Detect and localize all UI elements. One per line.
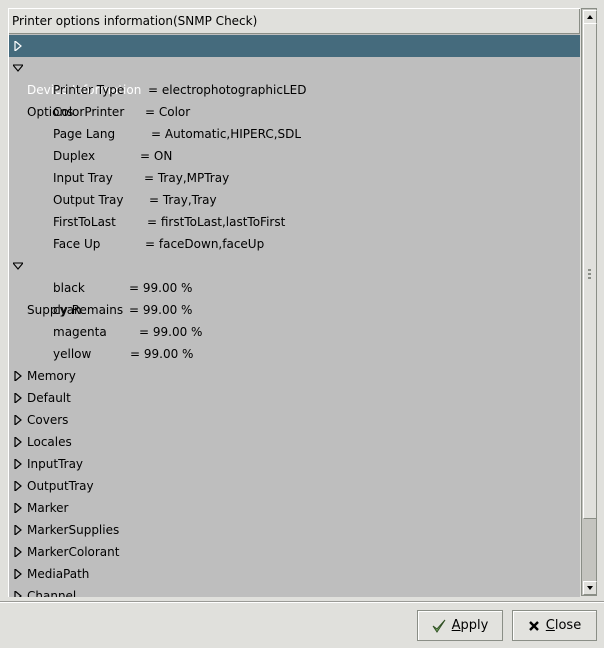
expander-collapsed-icon[interactable] (13, 437, 23, 447)
tree-row-label: Covers (27, 413, 69, 427)
tree-row-label: MarkerColorant (27, 545, 120, 559)
property-value: = 99.00 % (130, 347, 194, 361)
expander-collapsed-icon[interactable] (13, 525, 23, 535)
tree-row-label: Default (27, 391, 71, 405)
tree-row-covers[interactable]: Covers (9, 409, 580, 431)
property-key: magenta (53, 325, 107, 339)
tree-row-marker[interactable]: Marker (9, 497, 580, 519)
tree-leaf-row[interactable]: cyan = 99.00 % (9, 299, 580, 321)
property-value: = ON (140, 149, 173, 163)
tree-leaf-row[interactable]: Duplex = ON (9, 145, 580, 167)
close-label: Close (545, 618, 582, 633)
property-key: FirstToLast (53, 215, 116, 229)
printer-options-tree[interactable]: Printer options information(SNMP Check) … (8, 8, 580, 597)
tree-row-markersupplies[interactable]: MarkerSupplies (9, 519, 580, 541)
property-key: yellow (53, 347, 92, 361)
property-value: = firstToLast,lastToFirst (147, 215, 286, 229)
tree-leaf-row[interactable]: black = 99.00 % (9, 277, 580, 299)
column-header[interactable]: Printer options information(SNMP Check) (9, 9, 580, 34)
tree-row-locales[interactable]: Locales (9, 431, 580, 453)
arrow-down-icon (587, 586, 593, 590)
tree-leaf-row[interactable]: FirstToLast = firstToLast,lastToFirst (9, 211, 580, 233)
arrow-up-icon (587, 15, 593, 19)
tree-leaf-row[interactable]: Page Lang = Automatic,HIPERC,SDL (9, 123, 580, 145)
expander-collapsed-icon[interactable] (13, 415, 23, 425)
tree-leaf-row[interactable]: Printer Type = electrophotographicLED (9, 79, 580, 101)
property-value: = electrophotographicLED (148, 83, 307, 97)
check-icon (432, 619, 446, 633)
tree-row-label: InputTray (27, 457, 84, 471)
tree-row-label: Channel (27, 589, 77, 597)
tree-row-label: Locales (27, 435, 72, 449)
tree-row-label: Marker (27, 501, 69, 515)
property-key: cyan (53, 303, 82, 317)
expander-collapsed-icon[interactable] (13, 481, 23, 491)
grip-mark (588, 269, 591, 271)
scroll-down-button[interactable] (583, 581, 597, 595)
tree-row-markercolorant[interactable]: MarkerColorant (9, 541, 580, 563)
property-value: = 99.00 % (139, 325, 203, 339)
expander-collapsed-icon[interactable] (13, 41, 23, 51)
property-value: = Color (145, 105, 191, 119)
tree-row-mediapath[interactable]: MediaPath (9, 563, 580, 585)
expander-collapsed-icon[interactable] (13, 503, 23, 513)
property-key: Page Lang (53, 127, 116, 141)
property-value: = 99.00 % (129, 303, 193, 317)
tree-row-inputtray[interactable]: InputTray (9, 453, 580, 475)
x-icon (528, 620, 539, 631)
apply-button[interactable]: Apply (417, 610, 503, 641)
tree-row-default[interactable]: Default (9, 387, 580, 409)
property-value: = Automatic,HIPERC,SDL (151, 127, 302, 141)
grip-mark (588, 273, 591, 275)
expander-collapsed-icon[interactable] (13, 591, 23, 597)
scrollbar-thumb[interactable] (583, 23, 597, 519)
tree-leaf-row[interactable]: magenta = 99.00 % (9, 321, 580, 343)
vertical-scrollbar[interactable] (581, 8, 597, 596)
property-key: Duplex (53, 149, 96, 163)
tree-row-channel[interactable]: Channel (9, 585, 580, 597)
property-value: = 99.00 % (129, 281, 193, 295)
property-key: Input Tray (53, 171, 113, 185)
separator-highlight (0, 602, 604, 603)
expander-collapsed-icon[interactable] (13, 569, 23, 579)
tree-row-label: MediaPath (27, 567, 90, 581)
property-key: Printer Type (53, 83, 125, 97)
tree-row-options[interactable]: Options (9, 57, 580, 119)
expander-collapsed-icon[interactable] (13, 459, 23, 469)
property-key: ColorPrinter (53, 105, 125, 119)
tree-row-device-information[interactable]: Device Information (9, 35, 580, 97)
tree-row-supply-remains[interactable]: Supply Remains (9, 255, 580, 317)
property-value: = Tray,Tray (149, 193, 217, 207)
tree-row-memory[interactable]: Memory (9, 365, 580, 387)
property-value: = faceDown,faceUp (145, 237, 265, 251)
property-key: Face Up (53, 237, 101, 251)
tree-leaf-row[interactable]: ColorPrinter = Color (9, 101, 580, 123)
tree-row-outputtray[interactable]: OutputTray (9, 475, 580, 497)
expander-collapsed-icon[interactable] (13, 371, 23, 381)
expander-collapsed-icon[interactable] (13, 393, 23, 403)
tree-leaf-row[interactable]: yellow = 99.00 % (9, 343, 580, 365)
tree-row-label: MarkerSupplies (27, 523, 120, 537)
tree-leaf-row[interactable]: Input Tray = Tray,MPTray (9, 167, 580, 189)
property-key: Output Tray (53, 193, 124, 207)
tree-leaf-row[interactable]: Output Tray = Tray,Tray (9, 189, 580, 211)
property-value: = Tray,MPTray (144, 171, 230, 185)
apply-label: Apply (451, 618, 489, 633)
grip-mark (588, 277, 591, 279)
close-button[interactable]: Close (512, 610, 597, 641)
tree-row-label: OutputTray (27, 479, 94, 493)
expander-collapsed-icon[interactable] (13, 547, 23, 557)
scroll-up-button[interactable] (583, 10, 597, 24)
tree-row-label: Memory (27, 369, 76, 383)
tree-leaf-row[interactable]: Face Up = faceDown,faceUp (9, 233, 580, 255)
expander-expanded-icon[interactable] (13, 63, 23, 73)
expander-expanded-icon[interactable] (13, 261, 23, 271)
property-key: black (53, 281, 85, 295)
